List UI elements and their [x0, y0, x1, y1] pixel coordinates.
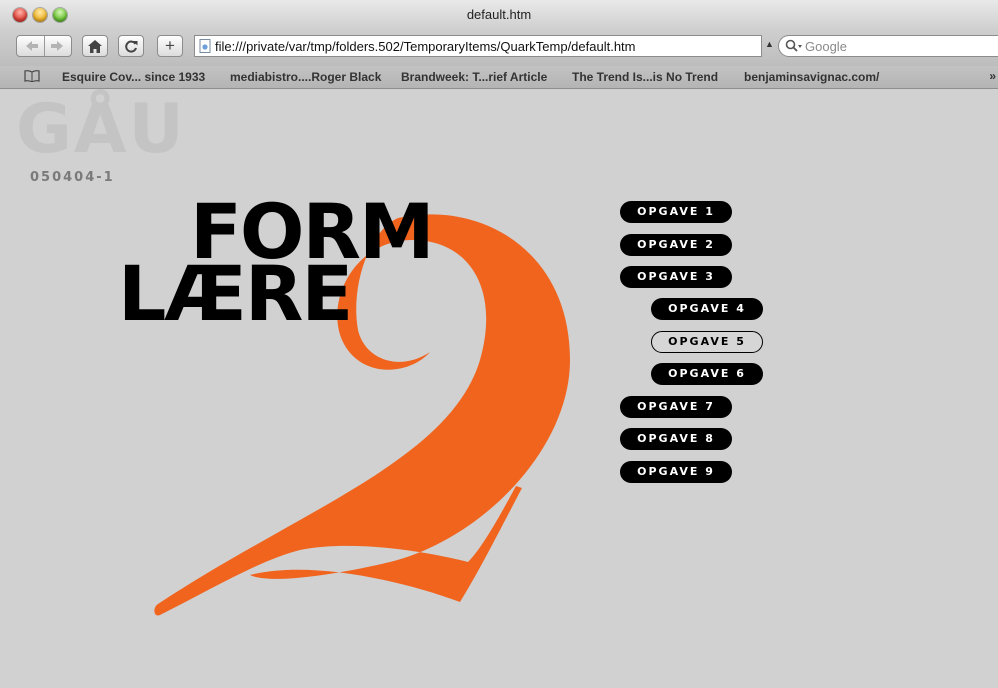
- divider: [43, 36, 45, 56]
- reload-icon: [124, 40, 138, 53]
- back-forward-buttons: [16, 35, 72, 57]
- title-laere: LÆRE: [118, 249, 353, 338]
- bookmark-item[interactable]: benjaminsavignac.com/: [744, 70, 879, 84]
- menu-opgave-9[interactable]: OPGAVE 9: [620, 461, 732, 483]
- url-dropdown-icon[interactable]: ▲: [765, 39, 774, 49]
- add-bookmark-button[interactable]: +: [157, 35, 183, 57]
- magnifier-icon: [785, 39, 803, 56]
- gau-logo: GÅU: [16, 90, 186, 169]
- bookmark-item[interactable]: Esquire Cov... since 1933: [62, 70, 205, 84]
- bookmarks-overflow-button[interactable]: »: [989, 69, 996, 83]
- bookmark-item[interactable]: Brandweek: T...rief Article: [401, 70, 547, 84]
- search-placeholder: Google: [805, 38, 847, 54]
- menu-opgave-3[interactable]: OPGAVE 3: [620, 266, 732, 288]
- address-bar-url: file:///private/var/tmp/folders.502/Temp…: [215, 38, 636, 54]
- bookmark-item[interactable]: The Trend Is...is No Trend: [572, 70, 718, 84]
- back-arrow-icon[interactable]: [25, 41, 38, 51]
- browser-toolbar: + file:///private/var/tmp/folders.502/Te…: [0, 30, 998, 66]
- book-icon[interactable]: [24, 70, 40, 85]
- page-icon: [199, 39, 211, 56]
- bookmark-item[interactable]: mediabistro....Roger Black: [230, 70, 381, 84]
- forward-arrow-icon[interactable]: [50, 41, 63, 51]
- search-input[interactable]: Google: [778, 35, 998, 57]
- menu-opgave-2[interactable]: OPGAVE 2: [620, 234, 732, 256]
- menu-opgave-1[interactable]: OPGAVE 1: [620, 201, 732, 223]
- window-title: default.htm: [466, 7, 532, 22]
- window-titlebar: default.htm: [0, 0, 998, 30]
- home-icon: [88, 39, 102, 53]
- home-button[interactable]: [82, 35, 108, 57]
- menu-opgave-5[interactable]: OPGAVE 5: [651, 331, 763, 353]
- bookmarks-bar: Esquire Cov... since 1933 mediabistro...…: [0, 66, 998, 89]
- menu-opgave-8[interactable]: OPGAVE 8: [620, 428, 732, 450]
- reload-button[interactable]: [118, 35, 144, 57]
- page-code: 050404-1: [30, 170, 115, 185]
- menu-opgave-4[interactable]: OPGAVE 4: [651, 298, 763, 320]
- menu-opgave-7[interactable]: OPGAVE 7: [620, 396, 732, 418]
- address-bar[interactable]: file:///private/var/tmp/folders.502/Temp…: [194, 35, 762, 57]
- menu-opgave-6[interactable]: OPGAVE 6: [651, 363, 763, 385]
